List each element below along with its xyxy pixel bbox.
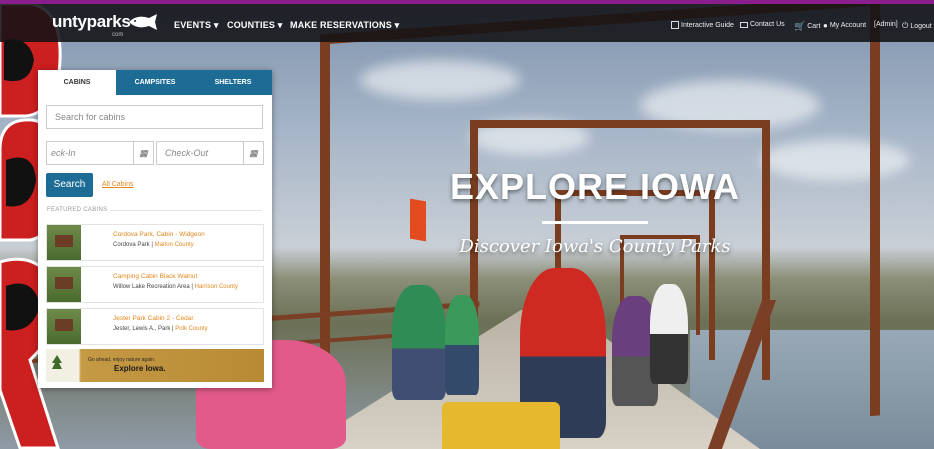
- cabin-location: Willow Lake Recreation Area | Harrison C…: [113, 284, 238, 290]
- cabin-thumbnail: [47, 309, 81, 344]
- nav-counties[interactable]: COUNTIES ▾: [227, 20, 283, 31]
- cabin-location: Jester, Lewis A., Park | Polk County: [113, 326, 208, 332]
- search-cabins-placeholder: Search for cabins: [55, 112, 126, 122]
- hero-divider: [542, 221, 648, 224]
- nav-make-reservations[interactable]: MAKE RESERVATIONS ▾: [290, 20, 399, 31]
- my-account-link[interactable]: ● My Account: [823, 21, 866, 30]
- ad-tagline: Go ahead, enjoy nature again.: [88, 357, 156, 363]
- top-navigation-bar: untyparks com EVENTS ▾ COUNTIES ▾ MAKE R…: [0, 0, 934, 42]
- cart-icon: 🛒: [794, 21, 806, 31]
- calendar-icon[interactable]: ▦: [243, 142, 263, 164]
- cabin-park: Willow Lake Recreation Area: [113, 284, 190, 290]
- cart-label: Cart: [807, 23, 821, 30]
- cabin-park: Jester, Lewis A., Park: [113, 326, 171, 332]
- power-icon: ⏻: [902, 21, 909, 30]
- iowa-heritage-logo: [50, 353, 64, 375]
- featured-cabins-heading: FEATURED CABINS: [47, 207, 108, 213]
- divider: [110, 210, 262, 211]
- contact-us-label: Contact Us: [750, 21, 785, 28]
- ad-headline: Explore Iowa.: [114, 364, 166, 373]
- tab-cabins[interactable]: CABINS: [38, 70, 116, 95]
- my-account-label: My Account: [829, 22, 867, 29]
- guide-icon: [671, 21, 679, 29]
- cabin-county-link[interactable]: Harrison County: [195, 284, 238, 290]
- reservation-search-widget: CABINS CAMPSITES SHELTERS Search for cab…: [38, 70, 272, 388]
- featured-cabin-card[interactable]: Jester Park Cabin 2 - Cedar Jester, Lewi…: [46, 308, 264, 345]
- interactive-guide-label: Interactive Guide: [681, 21, 734, 29]
- interactive-guide-link[interactable]: Interactive Guide: [671, 21, 734, 29]
- check-out-field[interactable]: Check-Out ▦: [156, 141, 264, 165]
- widget-tabs: CABINS CAMPSITES SHELTERS: [38, 70, 272, 95]
- hero-subtitle: Discover Iowa's County Parks: [459, 236, 731, 257]
- tab-shelters[interactable]: SHELTERS: [194, 70, 272, 95]
- logout-link[interactable]: ⏻ Logout: [902, 21, 932, 31]
- search-cabins-input[interactable]: Search for cabins: [46, 105, 263, 129]
- featured-cabin-card[interactable]: Cordova Park, Cabin - Widgeon Cordova Pa…: [46, 224, 264, 261]
- search-button[interactable]: Search: [46, 173, 93, 197]
- logout-label: Logout: [910, 22, 932, 30]
- tab-campsites[interactable]: CAMPSITES: [116, 70, 194, 95]
- cabin-thumbnail: [47, 225, 81, 260]
- admin-link[interactable]: [Admin]: [874, 21, 898, 28]
- contact-us-link[interactable]: Contact Us: [740, 21, 785, 28]
- logo-domain-suffix: com: [112, 32, 124, 38]
- check-out-placeholder: Check-Out: [165, 148, 209, 158]
- calendar-icon[interactable]: ▦: [133, 142, 153, 164]
- fish-logo-icon: [129, 14, 157, 30]
- cabin-name[interactable]: Cordova Park, Cabin - Widgeon: [113, 231, 205, 238]
- cart-link[interactable]: 🛒 Cart: [794, 21, 820, 32]
- cabin-name[interactable]: Jester Park Cabin 2 - Cedar: [113, 315, 194, 322]
- cabin-name[interactable]: Camping Cabin Black Walnut: [113, 273, 197, 280]
- cabin-county-link[interactable]: Marion County: [155, 242, 194, 248]
- nav-events[interactable]: EVENTS ▾: [174, 20, 219, 31]
- check-in-field[interactable]: eck-In ▦: [46, 141, 154, 165]
- cabin-location: Cordova Park | Marion County: [113, 242, 194, 248]
- cabin-county-link[interactable]: Polk County: [175, 326, 207, 332]
- hero-title: EXPLORE IOWA: [449, 166, 741, 207]
- explore-iowa-ad-banner[interactable]: Go ahead, enjoy nature again. Explore Io…: [46, 349, 264, 382]
- site-logo[interactable]: untyparks: [52, 12, 131, 32]
- cabin-thumbnail: [47, 267, 81, 302]
- admin-label: [Admin]: [874, 21, 898, 28]
- featured-cabin-card[interactable]: Camping Cabin Black Walnut Willow Lake R…: [46, 266, 264, 303]
- check-in-placeholder: eck-In: [51, 148, 76, 158]
- user-icon: ●: [823, 21, 828, 30]
- cabin-park: Cordova Park: [113, 242, 150, 248]
- all-cabins-link[interactable]: All Cabins: [102, 181, 134, 188]
- envelope-icon: [740, 21, 748, 28]
